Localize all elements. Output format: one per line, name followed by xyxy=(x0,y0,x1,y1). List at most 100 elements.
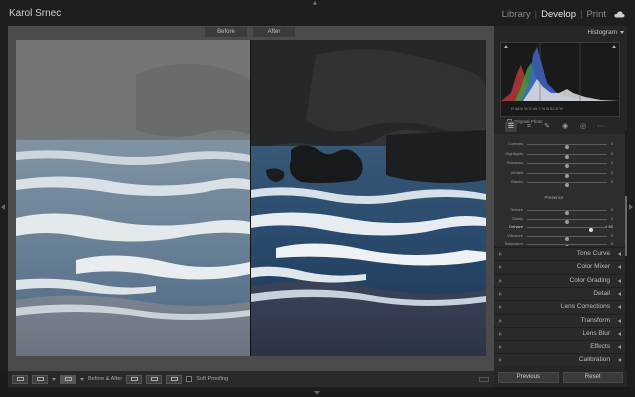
slider-knob[interactable] xyxy=(565,245,569,246)
chevron-down-icon[interactable] xyxy=(80,377,84,381)
footer-buttons: Previous Reset xyxy=(494,372,627,387)
chevron-left-icon[interactable] xyxy=(618,252,621,256)
top-panel-toggle-icon[interactable]: ▲ xyxy=(313,0,317,6)
histogram[interactable]: R 48.6 % G 49.7 % B 52.5 % Original Phot… xyxy=(500,42,620,124)
section-label: Detail xyxy=(593,289,610,297)
swap-left-right-button[interactable] xyxy=(126,374,143,384)
reset-button[interactable]: Reset xyxy=(562,372,623,383)
slider-clarity[interactable]: Clarity 0 xyxy=(494,216,627,224)
before-after-view-button[interactable] xyxy=(60,374,76,384)
before-after-divider[interactable] xyxy=(250,40,251,356)
cloud-icon[interactable] xyxy=(614,11,625,18)
reference-view-button[interactable] xyxy=(32,374,48,384)
copy-before-to-after-button[interactable] xyxy=(146,374,163,384)
slider-texture[interactable]: Texture 0 xyxy=(494,207,627,215)
crop-icon[interactable]: ⌗ xyxy=(523,121,535,132)
slider-track[interactable] xyxy=(527,172,607,178)
section-label: Lens Corrections xyxy=(560,303,610,311)
slider-track[interactable] xyxy=(527,182,607,187)
slider-highlights[interactable]: Highlights 0 xyxy=(494,151,627,159)
histogram-graph xyxy=(501,43,619,101)
left-panel-toggle-icon[interactable] xyxy=(1,204,5,210)
slider-value[interactable]: + 60 xyxy=(605,224,613,229)
slider-knob[interactable] xyxy=(565,173,569,178)
slider-shadows[interactable]: Shadows 0 xyxy=(494,160,627,168)
slider-knob[interactable] xyxy=(565,219,569,224)
chevron-down-icon[interactable] xyxy=(620,31,624,34)
slider-track[interactable] xyxy=(527,153,607,159)
slider-whites[interactable]: Whites 0 xyxy=(494,170,627,178)
module-develop[interactable]: Develop xyxy=(541,9,576,20)
chevron-left-icon[interactable] xyxy=(618,331,621,336)
slider-knob[interactable] xyxy=(565,164,569,168)
slider-vibrance[interactable]: Vibrance 0 xyxy=(494,233,627,241)
slider-value[interactable]: 0 xyxy=(611,141,613,146)
red-eye-icon[interactable]: ◉ xyxy=(559,121,571,132)
masking-icon[interactable]: ◎ xyxy=(577,121,589,132)
section-tone-curve[interactable]: Tone Curve xyxy=(494,247,627,260)
section-label: Effects xyxy=(590,343,610,351)
slider-value[interactable]: 0 xyxy=(611,207,613,212)
section-detail[interactable]: Detail xyxy=(494,286,627,300)
slider-value[interactable]: 0 xyxy=(611,233,613,238)
soft-proofing-checkbox[interactable] xyxy=(186,376,193,382)
slider-value[interactable]: 0 xyxy=(611,216,613,221)
chevron-left-icon[interactable] xyxy=(618,345,621,350)
slider-track[interactable] xyxy=(527,244,607,246)
panel-scrollbar-thumb[interactable] xyxy=(625,196,627,256)
photo-before-after[interactable] xyxy=(16,40,486,356)
chevron-left-icon[interactable] xyxy=(618,318,621,323)
chevron-left-icon[interactable] xyxy=(618,305,621,310)
slider-track[interactable] xyxy=(527,144,607,149)
slider-blacks[interactable]: Blacks 0 xyxy=(494,179,627,187)
filmstrip-toggle-icon[interactable] xyxy=(314,391,320,395)
slider-knob[interactable] xyxy=(565,154,569,159)
slider-knob[interactable] xyxy=(565,183,569,187)
swap-before-after-button[interactable] xyxy=(166,374,183,384)
section-lens-blur[interactable]: Lens Blur xyxy=(494,326,627,340)
presets-icon[interactable]: ⋯ xyxy=(595,121,607,132)
edit-sliders-icon[interactable]: ☰ xyxy=(505,120,517,132)
section-color-grading[interactable]: Color Grading xyxy=(494,273,627,287)
slider-value[interactable]: 0 xyxy=(611,241,613,246)
chevron-left-icon[interactable] xyxy=(618,358,621,363)
right-panel-toggle-icon[interactable] xyxy=(629,204,633,210)
chevron-down-icon[interactable] xyxy=(52,377,56,381)
chevron-left-icon[interactable] xyxy=(618,278,621,283)
chevron-left-icon[interactable] xyxy=(618,265,621,270)
section-effects[interactable]: Effects xyxy=(494,340,627,354)
slider-track[interactable] xyxy=(527,163,607,168)
slider-saturation[interactable]: Saturation 0 xyxy=(494,241,627,246)
slider-contrast[interactable]: Contrast 0 xyxy=(494,141,627,149)
slider-track[interactable] xyxy=(527,210,607,215)
slider-value[interactable]: 0 xyxy=(611,170,613,175)
slider-value[interactable]: 0 xyxy=(611,151,613,156)
slider-knob[interactable] xyxy=(565,145,569,149)
slider-value[interactable]: 0 xyxy=(611,179,613,184)
healing-brush-icon[interactable]: ✎ xyxy=(541,121,553,132)
slider-knob[interactable] xyxy=(589,228,593,232)
panel-end-marker-icon xyxy=(499,265,502,270)
previous-button[interactable]: Previous xyxy=(498,372,559,383)
panel-end-marker-icon xyxy=(499,252,502,256)
slider-track[interactable] xyxy=(527,227,607,232)
slider-track[interactable] xyxy=(527,218,607,224)
section-transform[interactable]: Transform xyxy=(494,313,627,327)
slider-track[interactable] xyxy=(527,236,607,241)
chevron-left-icon[interactable] xyxy=(618,291,621,296)
histogram-header[interactable]: Histogram xyxy=(494,27,627,39)
view-mode-label: Before & After xyxy=(88,376,123,382)
section-color-mixer[interactable]: Color Mixer xyxy=(494,260,627,274)
slider-knob[interactable] xyxy=(565,211,569,215)
slider-label: Contrast xyxy=(507,141,523,146)
module-library[interactable]: Library xyxy=(502,9,531,20)
toolbar-menu-icon[interactable] xyxy=(479,376,489,382)
tool-strip: ☰ ⌗ ✎ ◉ ◎ ⋯ xyxy=(502,119,620,133)
slider-value[interactable]: 0 xyxy=(611,160,613,165)
top-header: ▲ Karol Srnec Library | Develop | Print xyxy=(0,0,635,26)
section-calibration[interactable]: Calibration xyxy=(494,353,627,367)
slider-dehaze[interactable]: Dehaze + 60 xyxy=(494,224,627,232)
loupe-view-button[interactable] xyxy=(12,374,28,384)
section-lens-corrections[interactable]: Lens Corrections xyxy=(494,300,627,314)
module-print[interactable]: Print xyxy=(586,9,606,20)
